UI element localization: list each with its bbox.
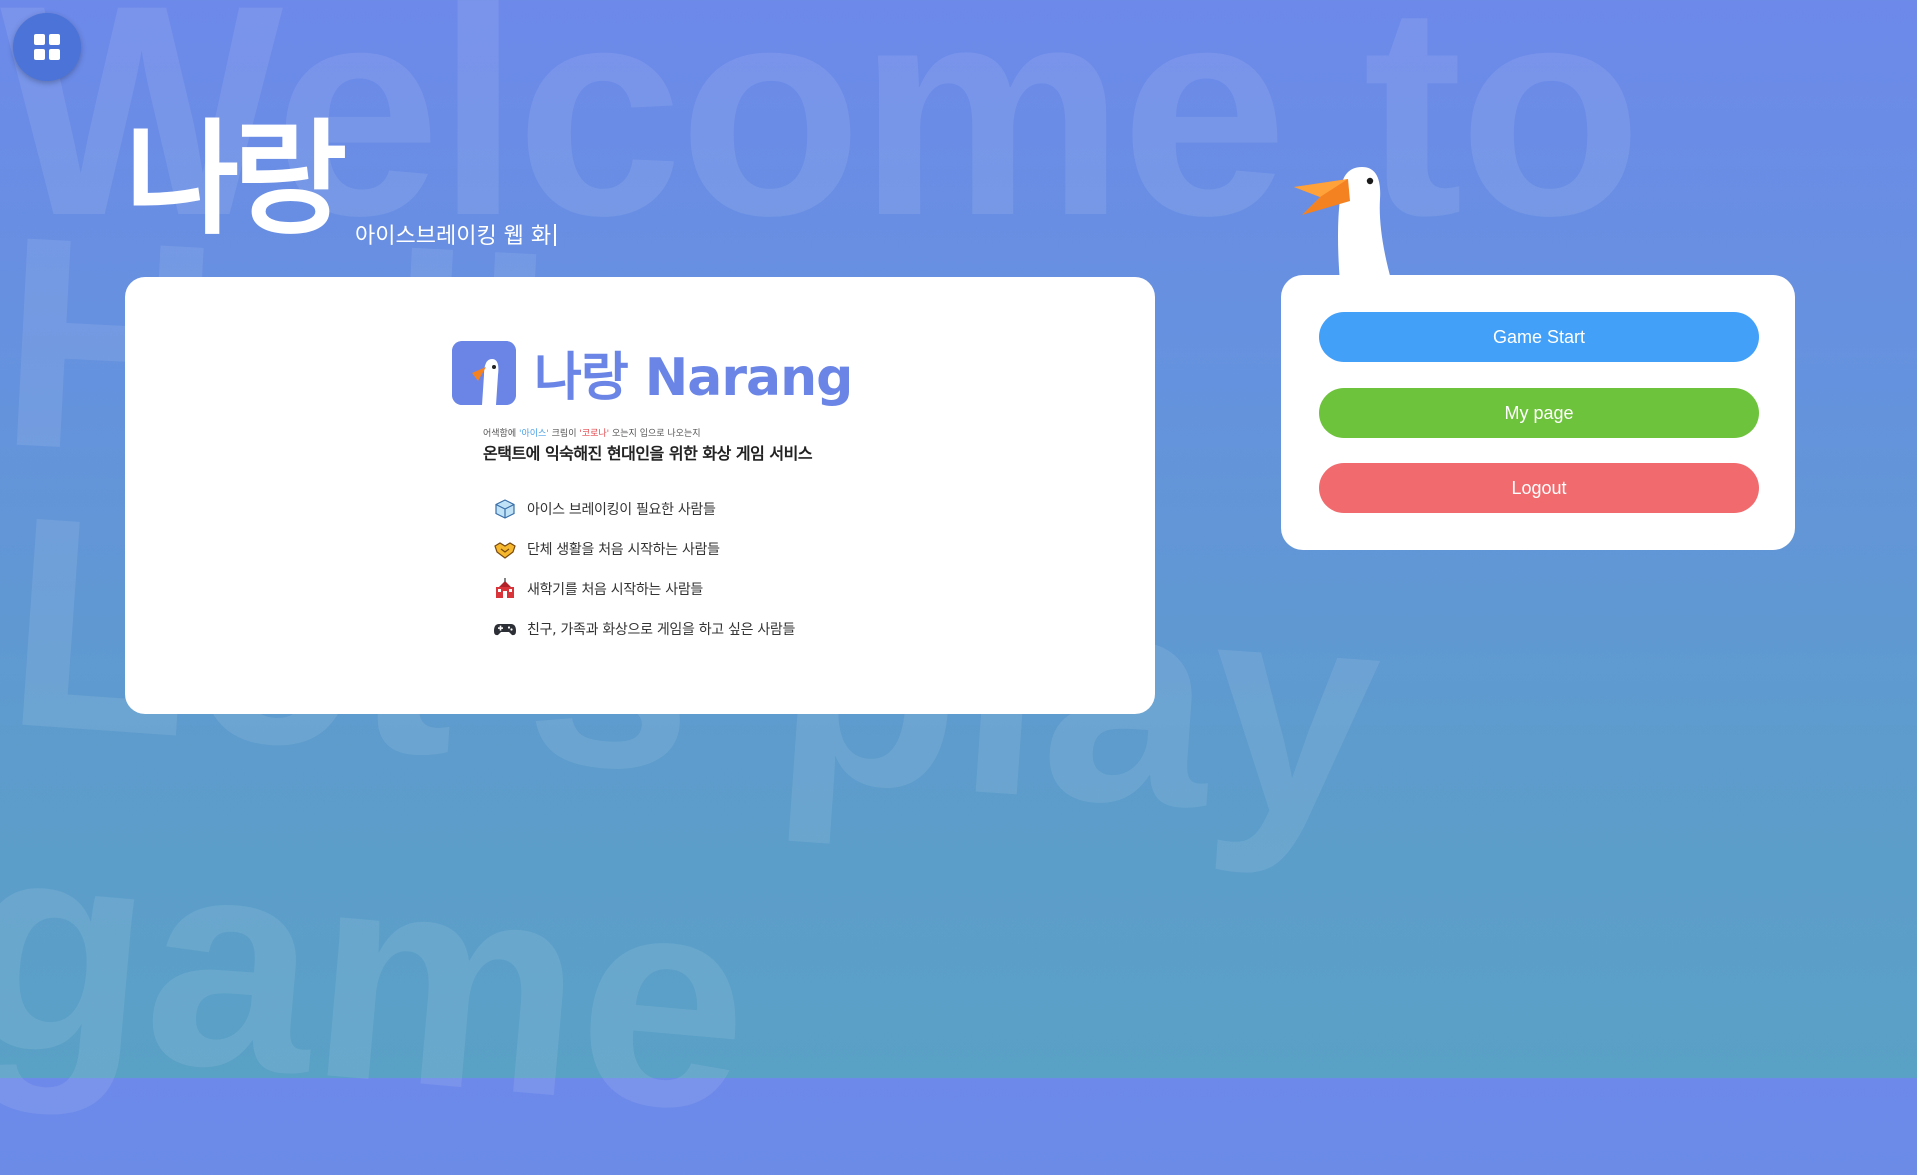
brand-tagline-text: 아이스브레이킹 웹 화 — [355, 224, 552, 249]
subnote-part: 어색함에 — [483, 429, 519, 439]
subnote-corona: '코로나' — [579, 429, 610, 439]
subnote-ice: '아이스' — [518, 429, 549, 439]
brand-tagline: 아이스브레이킹 웹 화 — [355, 218, 557, 250]
list-item: 단체 생활을 처음 시작하는 사람들 — [493, 529, 795, 569]
subnote-part: 오는지 입으로 나오는지 — [609, 429, 701, 439]
school-icon — [496, 578, 514, 598]
gamepad-icon — [494, 624, 516, 636]
grid-menu-icon — [34, 34, 60, 60]
logout-button[interactable]: Logout — [1319, 463, 1759, 513]
brand-header: 나랑 아이스브레이킹 웹 화 — [125, 108, 557, 252]
subnote: 어색함에 '아이스' 크림이 '코로나' 오는지 입으로 나오는지 — [483, 426, 701, 439]
list-item: 새학기를 처음 시작하는 사람들 — [493, 569, 795, 609]
feature-text: 단체 생활을 처음 시작하는 사람들 — [527, 542, 720, 558]
goose-badge-icon — [452, 340, 516, 405]
action-card: Game Start My page Logout — [1281, 275, 1795, 550]
game-start-button[interactable]: Game Start — [1319, 312, 1759, 362]
feature-text: 아이스 브레이킹이 필요한 사람들 — [527, 502, 716, 518]
info-card: 나랑 Narang 어색함에 '아이스' 크림이 '코로나' 오는지 입으로 나… — [125, 277, 1155, 714]
feature-text: 새학기를 처음 시작하는 사람들 — [527, 582, 703, 598]
subnote-part: 크림이 — [548, 429, 580, 439]
ice-cube-icon — [495, 499, 515, 519]
list-item: 친구, 가족과 화상으로 게임을 하고 싶은 사람들 — [493, 609, 795, 649]
typing-caret — [554, 224, 557, 246]
feature-list: 아이스 브레이킹이 필요한 사람들 단체 생활을 처음 시작하는 사람들 새학기… — [493, 489, 795, 649]
handshake-icon — [494, 542, 516, 559]
app-title: 나랑 Narang — [534, 348, 853, 408]
bg-word-game: game — [0, 772, 763, 1175]
list-item: 아이스 브레이킹이 필요한 사람들 — [493, 489, 795, 529]
app-logo: 나랑 Narang — [452, 335, 853, 410]
menu-button[interactable] — [13, 13, 81, 81]
feature-text: 친구, 가족과 화상으로 게임을 하고 싶은 사람들 — [527, 622, 796, 638]
headline: 온택트에 익숙해진 현대인을 위한 화상 게임 서비스 — [483, 444, 813, 463]
goose-icon — [1294, 167, 1392, 283]
brand-logo-text: 나랑 — [125, 108, 347, 252]
my-page-button[interactable]: My page — [1319, 388, 1759, 438]
